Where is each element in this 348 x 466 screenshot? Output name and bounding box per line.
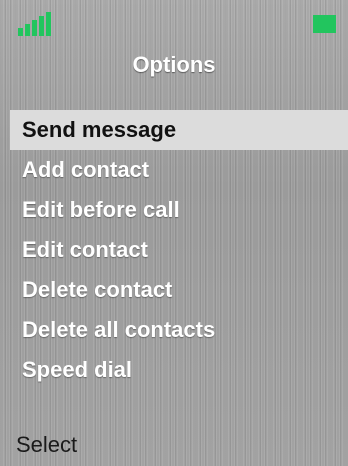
phone-screen: Options Send message Add contact Edit be… — [0, 0, 348, 466]
page-title: Options — [132, 52, 216, 77]
menu-item-add-contact[interactable]: Add contact — [10, 150, 348, 190]
menu-item-edit-contact[interactable]: Edit contact — [10, 230, 348, 270]
status-bar — [0, 0, 348, 40]
options-menu: Send message Add contact Edit before cal… — [10, 110, 348, 390]
select-softkey[interactable]: Select — [16, 432, 77, 458]
menu-item-delete-all-contacts[interactable]: Delete all contacts — [10, 310, 348, 350]
menu-item-delete-contact[interactable]: Delete contact — [10, 270, 348, 310]
menu-item-send-message[interactable]: Send message — [10, 110, 348, 150]
battery-icon — [313, 15, 336, 33]
menu-item-speed-dial[interactable]: Speed dial — [10, 350, 348, 390]
menu-item-edit-before-call[interactable]: Edit before call — [10, 190, 348, 230]
signal-strength-icon — [18, 12, 52, 36]
